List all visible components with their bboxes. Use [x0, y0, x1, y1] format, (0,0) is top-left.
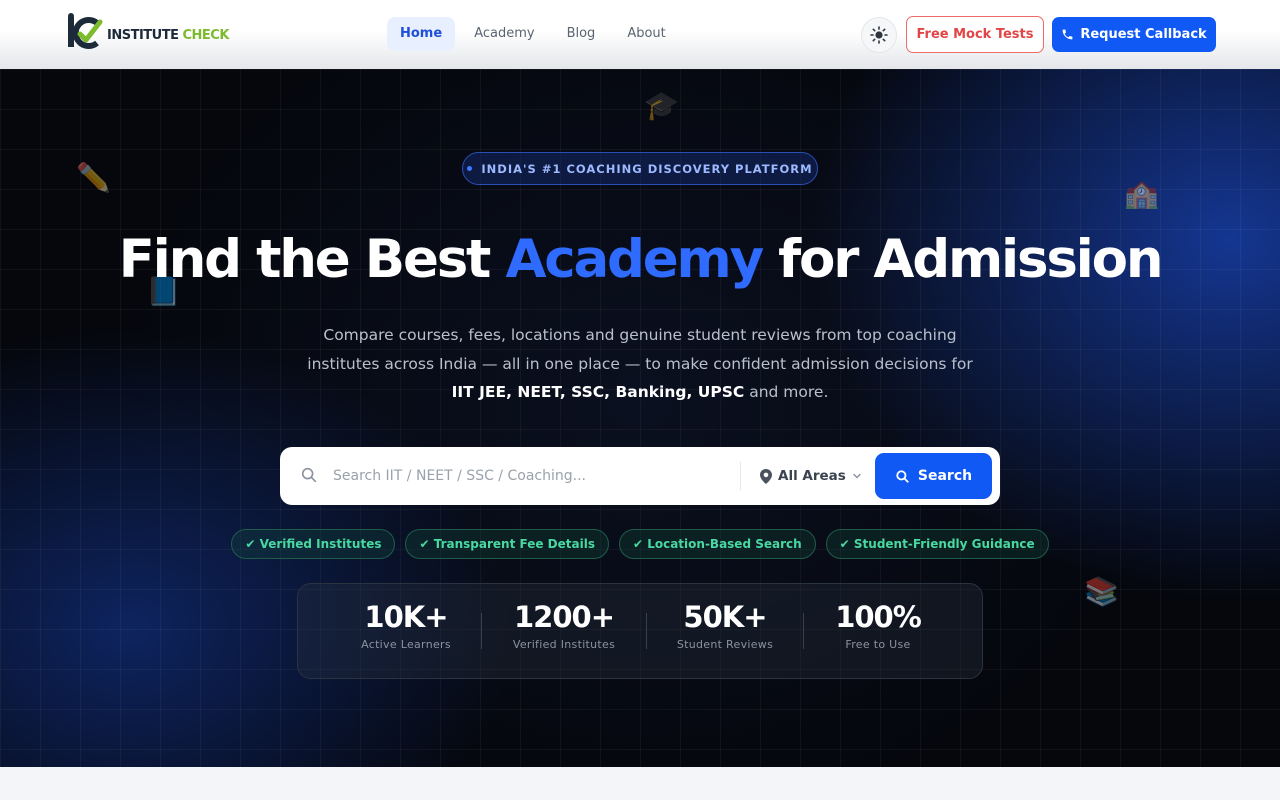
stat-label: Verified Institutes — [512, 638, 616, 651]
nav-home[interactable]: Home — [387, 17, 456, 51]
books-icon: 📚 — [1084, 575, 1119, 608]
headline-part-2: for Admission — [761, 229, 1163, 290]
school-icon: 🏫 — [1124, 177, 1159, 210]
search-button-label: Search — [917, 468, 973, 484]
subtitle-exams: IIT JEE, NEET, SSC, Banking, UPSC — [451, 383, 745, 401]
feature-pills: ✔ Verified Institutes ✔ Transparent Fee … — [0, 529, 1280, 559]
stats-panel: 10K+ Active Learners 1200+ Verified Inst… — [297, 583, 983, 679]
nav-academy[interactable]: Academy — [461, 17, 547, 51]
location-pin-icon — [760, 468, 772, 484]
subtitle-end: and more. — [744, 383, 829, 401]
sun-icon — [870, 26, 888, 44]
feature-pill-guidance: ✔ Student-Friendly Guidance — [825, 529, 1049, 559]
stat-free: 100% Free to Use — [798, 600, 958, 651]
nav-about[interactable]: About — [614, 17, 678, 51]
search-bar: All Areas Search — [280, 447, 1000, 505]
stat-label: Active Learners — [361, 638, 451, 651]
stat-institutes: 1200+ Verified Institutes — [484, 600, 644, 651]
site-logo[interactable]: INSTITUTE CHECK — [67, 12, 229, 52]
stat-value: 10K+ — [364, 600, 448, 634]
request-callback-button[interactable]: Request Callback — [1052, 17, 1216, 52]
hero-badge: INDIA'S #1 COACHING DISCOVERY PLATFORM — [462, 152, 818, 185]
logo-word-1: INSTITUTE — [107, 27, 179, 43]
headline-accent: Academy — [505, 229, 764, 290]
feature-pill-verified: ✔ Verified Institutes — [231, 529, 396, 559]
subtitle-text: Compare courses, fees, locations and gen… — [307, 326, 973, 373]
theme-toggle-button[interactable] — [861, 17, 897, 53]
feature-pill-fees: ✔ Transparent Fee Details — [405, 529, 609, 559]
chevron-down-icon — [853, 473, 861, 479]
hero-headline: Find the Best Academy for Admission — [0, 229, 1280, 290]
site-header: INSTITUTE CHECK Home Academy Blog About … — [0, 0, 1280, 69]
feature-pill-location: ✔ Location-Based Search — [618, 529, 816, 559]
nav-blog[interactable]: Blog — [554, 17, 609, 51]
logo-mark-icon — [67, 13, 103, 51]
stat-label: Free to Use — [845, 638, 911, 651]
stat-separator — [481, 613, 482, 649]
headline-part-1: Find the Best — [118, 229, 506, 290]
hero-subtitle: Compare courses, fees, locations and gen… — [300, 321, 980, 407]
hero-section: 🎓 ✏️ 🏫 📘 📚 INDIA'S #1 COACHING DISCOVERY… — [0, 69, 1280, 767]
search-icon — [896, 469, 909, 483]
pencil-icon: ✏️ — [76, 161, 111, 194]
area-select[interactable]: All Areas — [760, 464, 862, 488]
stat-learners: 10K+ Active Learners — [326, 600, 486, 651]
badge-text: INDIA'S #1 COACHING DISCOVERY PLATFORM — [481, 161, 813, 176]
stat-reviews: 50K+ Student Reviews — [645, 600, 805, 651]
request-callback-label: Request Callback — [1080, 27, 1207, 42]
search-button[interactable]: Search — [875, 453, 992, 499]
next-section-edge — [0, 767, 1280, 800]
area-select-value: All Areas — [778, 468, 846, 484]
phone-icon — [1062, 29, 1073, 40]
main-nav: Home Academy Blog About — [387, 17, 685, 51]
graduation-cap-icon: 🎓 — [644, 89, 679, 122]
logo-word-2: CHECK — [182, 27, 230, 43]
free-mock-tests-button[interactable]: Free Mock Tests — [906, 16, 1044, 53]
stat-value: 100% — [835, 600, 922, 634]
search-icon — [301, 467, 317, 483]
search-divider — [740, 462, 741, 490]
stat-value: 50K+ — [683, 600, 767, 634]
stat-label: Student Reviews — [676, 638, 774, 651]
logo-text: INSTITUTE CHECK — [107, 28, 229, 43]
badge-dot — [467, 166, 473, 171]
search-input[interactable] — [333, 461, 733, 491]
stat-value: 1200+ — [513, 600, 615, 634]
